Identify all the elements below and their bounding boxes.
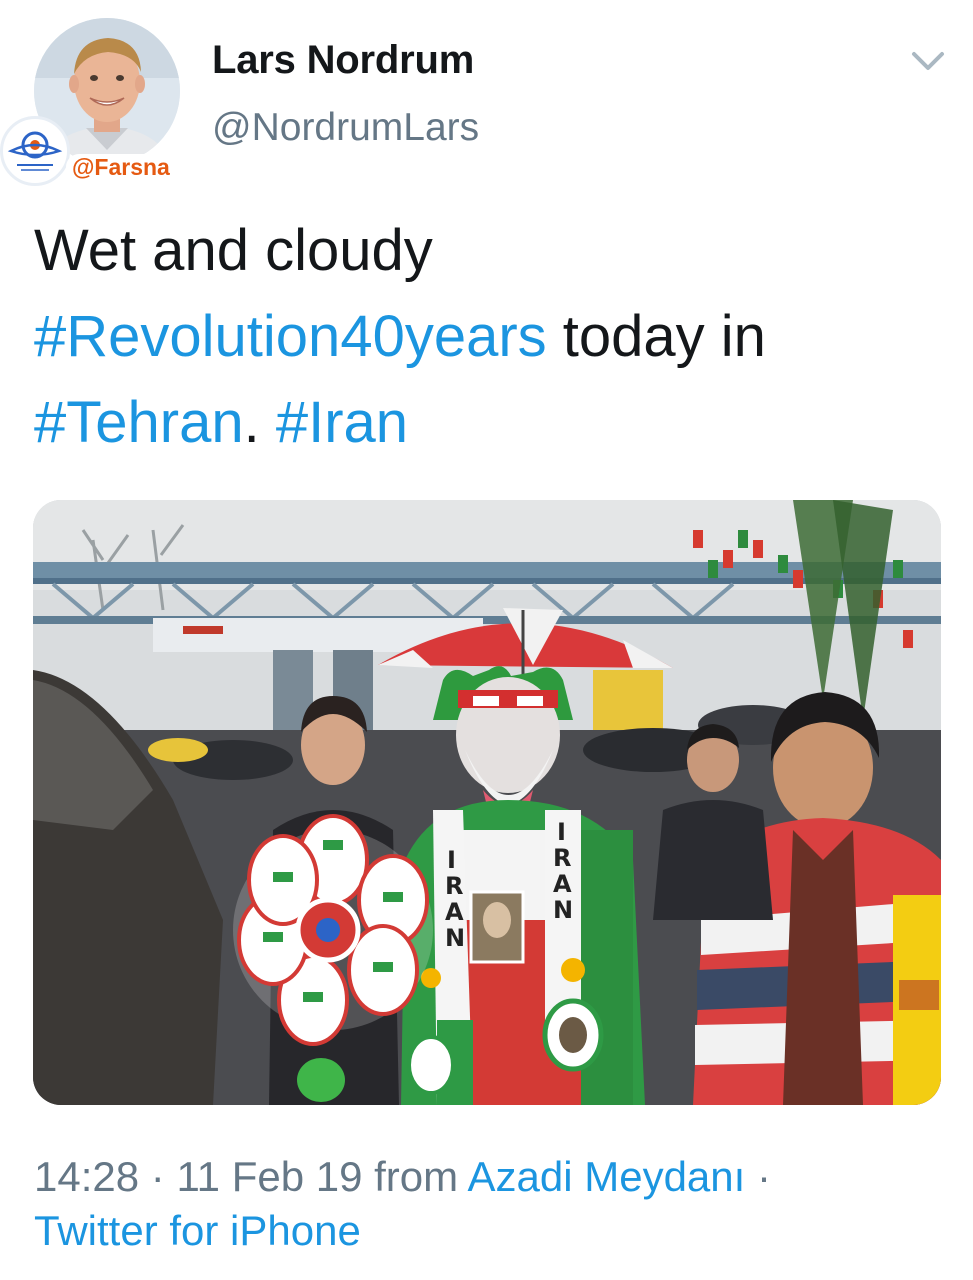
hashtag-tehran[interactable]: #Tehran xyxy=(34,390,244,455)
author-display-name[interactable]: Lars Nordrum xyxy=(212,36,474,84)
tweet-meta: 14:28 · 11 Feb 19 from Azadi Meydanı · T… xyxy=(34,1150,944,1258)
chevron-down-icon[interactable] xyxy=(906,44,950,80)
hashtag-iran[interactable]: #Iran xyxy=(276,390,408,455)
meta-row-2: Twitter for iPhone xyxy=(34,1204,944,1258)
tweet-line-2: #Revolution40years today in xyxy=(34,294,944,380)
tweet-line-3: #Tehran. #Iran xyxy=(34,380,944,466)
tweet-text: Wet and cloudy #Revolution40years today … xyxy=(34,208,944,466)
tweet-source-link[interactable]: Twitter for iPhone xyxy=(34,1207,361,1254)
meta-row-1: 14:28 · 11 Feb 19 from Azadi Meydanı · xyxy=(34,1150,944,1204)
meta-from-label: from xyxy=(362,1153,468,1200)
tweet-line-1: Wet and cloudy xyxy=(34,218,433,283)
watermark-handle: @Farsna xyxy=(66,154,178,180)
farsna-logo xyxy=(0,116,70,186)
meta-separator-2: · xyxy=(745,1153,771,1200)
tweet-date[interactable]: 11 Feb 19 xyxy=(176,1153,362,1200)
author-handle[interactable]: @NordrumLars xyxy=(212,104,479,152)
farsna-watermark: @Farsna xyxy=(0,116,186,186)
tweet-location-link[interactable]: Azadi Meydanı xyxy=(468,1153,746,1200)
tweet-card: @Farsna Lars Nordrum @NordrumLars Wet an… xyxy=(0,0,973,1280)
hashtag-revolution40years[interactable]: #Revolution40years xyxy=(34,304,547,369)
meta-separator-1: · xyxy=(139,1153,177,1200)
tweet-text-separator: . xyxy=(243,390,276,455)
tweet-photo[interactable]: IRAN IRAN xyxy=(33,500,941,1105)
tweet-text-today: today in xyxy=(546,304,766,369)
tweet-time[interactable]: 14:28 xyxy=(34,1153,139,1200)
